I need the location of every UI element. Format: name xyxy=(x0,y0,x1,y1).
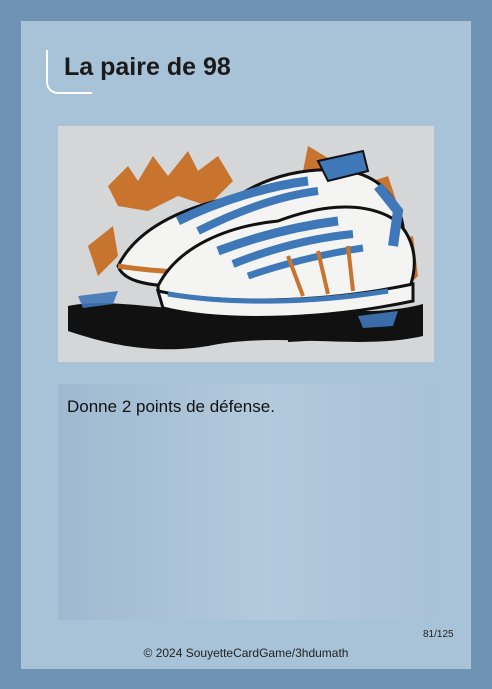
copyright-footer: © 2024 SouyetteCardGame/3hdumath xyxy=(143,646,349,660)
ability-text: Donne 2 points de défense. xyxy=(67,397,275,416)
card-number: 81/125 xyxy=(423,629,454,640)
card-title: La paire de 98 xyxy=(64,53,231,81)
sneakers-illustration-icon xyxy=(68,146,423,350)
card-illustration xyxy=(58,126,434,362)
ability-text-panel xyxy=(58,384,434,620)
game-card[interactable]: La paire de 98 Donne 2 points de défense… xyxy=(0,0,492,689)
